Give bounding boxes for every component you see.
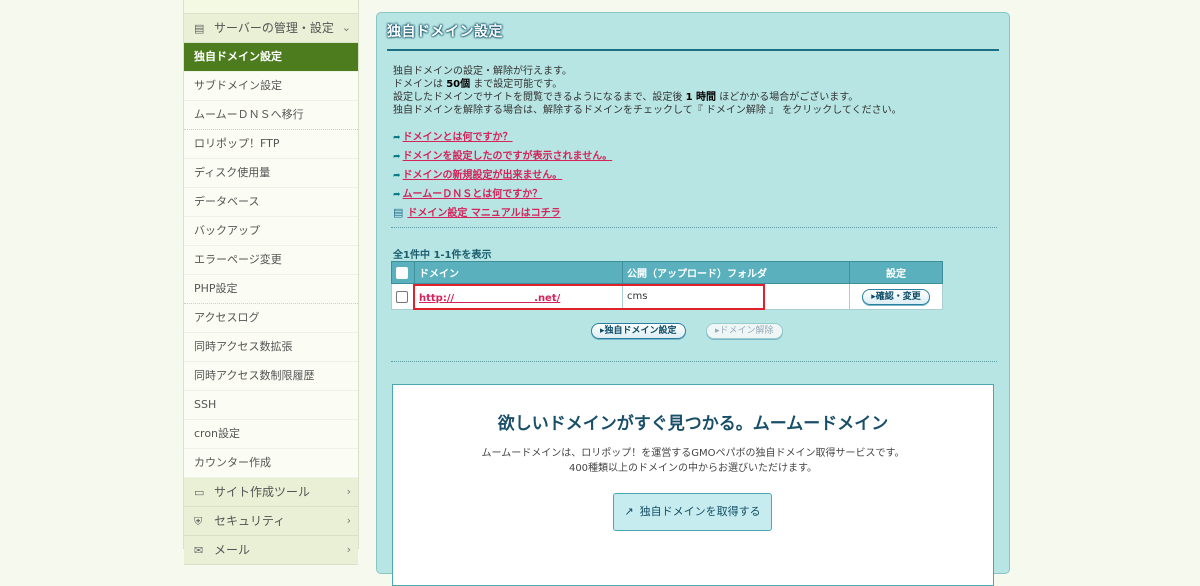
intro-text: 独自ドメインの設定・解除が行えます。 ドメインは 50個 まで設定可能です。 設… <box>393 65 902 117</box>
sidebar-item-database[interactable]: データベース <box>184 188 358 217</box>
sidebar-group-site-tools[interactable]: ▭ サイト作成ツール › <box>184 478 358 507</box>
select-all-checkbox[interactable] <box>396 266 408 279</box>
muumuu-promo-box: 欲しいドメインがすぐ見つかる。ムームードメイン ムームードメインは、ロリポップ！… <box>392 384 994 586</box>
row-checkbox-cell <box>391 283 415 310</box>
col-domain: ドメイン <box>414 261 623 284</box>
chevron-right-icon: › <box>346 485 351 498</box>
sidebar-group-label: サイト作成ツール <box>214 485 311 499</box>
document-icon: ▤ <box>393 206 404 219</box>
dotted-divider <box>391 361 997 362</box>
sidebar-item-error-page[interactable]: エラーページ変更 <box>184 246 358 275</box>
server-icon: ▤ <box>194 22 205 35</box>
external-link-icon: ↗ <box>624 505 634 518</box>
title-divider <box>387 49 999 51</box>
add-domain-button-wrap: ▸独自ドメイン設定 <box>591 323 686 339</box>
sidebar-item-muumuu-dns[interactable]: ムームーＤＮＳへ移行 <box>184 101 358 130</box>
add-domain-button[interactable]: ▸独自ドメイン設定 <box>591 323 686 339</box>
sidebar-group-server[interactable]: ▤ サーバーの管理・設定 ⌄ <box>184 13 358 43</box>
domain-settings-panel: 独自ドメイン設定 独自ドメインの設定・解除が行えます。 ドメインは 50個 まで… <box>376 12 1010 586</box>
chevron-down-icon: ⌄ <box>341 21 351 34</box>
arrow-icon: ➦ <box>393 133 401 143</box>
sidebar-item-concurrent-expand[interactable]: 同時アクセス数拡張 <box>184 333 358 362</box>
dotted-divider <box>391 227 997 228</box>
shield-icon: ⛨ <box>194 515 203 528</box>
mail-icon: ✉ <box>194 544 204 557</box>
sidebar-item-ftp[interactable]: ロリポップ！FTP <box>184 130 358 159</box>
laptop-icon: ▭ <box>194 486 205 499</box>
arrow-icon: ➦ <box>393 190 401 200</box>
intro-line: ドメインは 50個 まで設定可能です。 <box>393 79 563 90</box>
manual-link[interactable]: ▤ ドメイン設定 マニュアルはコチラ <box>393 204 561 219</box>
sidebar-group-label: セキュリティ <box>214 514 286 528</box>
help-link-muumuu-dns[interactable]: ➦ ムームーＤＮＳとは何ですか？ <box>393 185 612 204</box>
sidebar-group-label: メール <box>214 543 251 557</box>
help-link-not-displayed[interactable]: ➦ ドメインを設定したのですが表示されません。 <box>393 147 612 166</box>
sidebar-item-access-log[interactable]: アクセスログ <box>184 304 358 333</box>
sidebar-item-php[interactable]: PHP設定 <box>184 275 358 304</box>
remove-domain-button-wrap: ▸ドメイン解除 <box>706 323 783 339</box>
sidebar-group-label: サーバーの管理・設定 <box>214 21 334 35</box>
sidebar-item-counter[interactable]: カウンター作成 <box>184 449 358 478</box>
sidebar-group-security[interactable]: ⛨ セキュリティ › <box>184 507 358 536</box>
help-link-cannot-add[interactable]: ➦ ドメインの新規設定が出来ません。 <box>393 166 612 185</box>
intro-line: 設定したドメインでサイトを閲覧できるようになるまで、設定後 1 時間 ほどかかる… <box>393 92 859 103</box>
sidebar-group-mail[interactable]: ✉ メール › <box>184 536 358 565</box>
arrow-icon: ➦ <box>393 171 401 181</box>
intro-line: 独自ドメインを解除する場合は、解除するドメインをチェックして『 ドメイン解除 』… <box>393 105 902 116</box>
arrow-icon: ➦ <box>393 152 401 162</box>
sidebar-item-concurrent-history[interactable]: 同時アクセス数制限履歴 <box>184 362 358 391</box>
col-settings: 設定 <box>849 261 943 284</box>
sidebar-item-domain[interactable]: 独自ドメイン設定 <box>184 43 358 72</box>
select-all-header[interactable] <box>391 261 415 284</box>
sidebar-item-disk-usage[interactable]: ディスク使用量 <box>184 159 358 188</box>
row-checkbox[interactable] <box>396 290 408 303</box>
table-header-row: ドメイン 公開（アップロード）フォルダ 設定 <box>391 261 943 284</box>
intro-line: 独自ドメインの設定・解除が行えます。 <box>393 66 572 77</box>
sidebar-item-subdomain[interactable]: サブドメイン設定 <box>184 72 358 101</box>
sidebar-item-ssh[interactable]: SSH <box>184 391 358 420</box>
help-links: ➦ ドメインとは何ですか？ ➦ ドメインを設定したのですが表示されません。 ➦ ドメイ… <box>393 128 612 204</box>
promo-description: ムームードメインは、ロリポップ！を運営するGMOペパボの独自ドメイン取得サービス… <box>481 448 905 474</box>
sidebar-item-backup[interactable]: バックアップ <box>184 217 358 246</box>
remove-domain-button[interactable]: ▸ドメイン解除 <box>706 323 783 339</box>
action-cell: ▸確認・変更 <box>849 283 943 310</box>
col-folder: 公開（アップロード）フォルダ <box>622 261 850 284</box>
sidebar-item-cron[interactable]: cron設定 <box>184 420 358 449</box>
sidebar: ▤ サーバーの管理・設定 ⌄ 独自ドメイン設定 サブドメイン設定 ムームーＤＮＳへ… <box>183 0 359 565</box>
highlight-box <box>413 284 765 310</box>
confirm-change-button[interactable]: ▸確認・変更 <box>862 288 930 305</box>
chevron-right-icon: › <box>346 514 351 527</box>
promo-title: 欲しいドメインがすぐ見つかる。ムームードメイン <box>497 414 889 434</box>
get-domain-button[interactable]: ↗ 独自ドメインを取得する <box>613 493 772 531</box>
result-count: 全1件中 1-1件を表示 <box>393 250 492 261</box>
page-title: 独自ドメイン設定 <box>387 24 503 40</box>
help-link-what-is-domain[interactable]: ➦ ドメインとは何ですか？ <box>393 128 612 147</box>
chevron-right-icon: › <box>346 543 351 556</box>
